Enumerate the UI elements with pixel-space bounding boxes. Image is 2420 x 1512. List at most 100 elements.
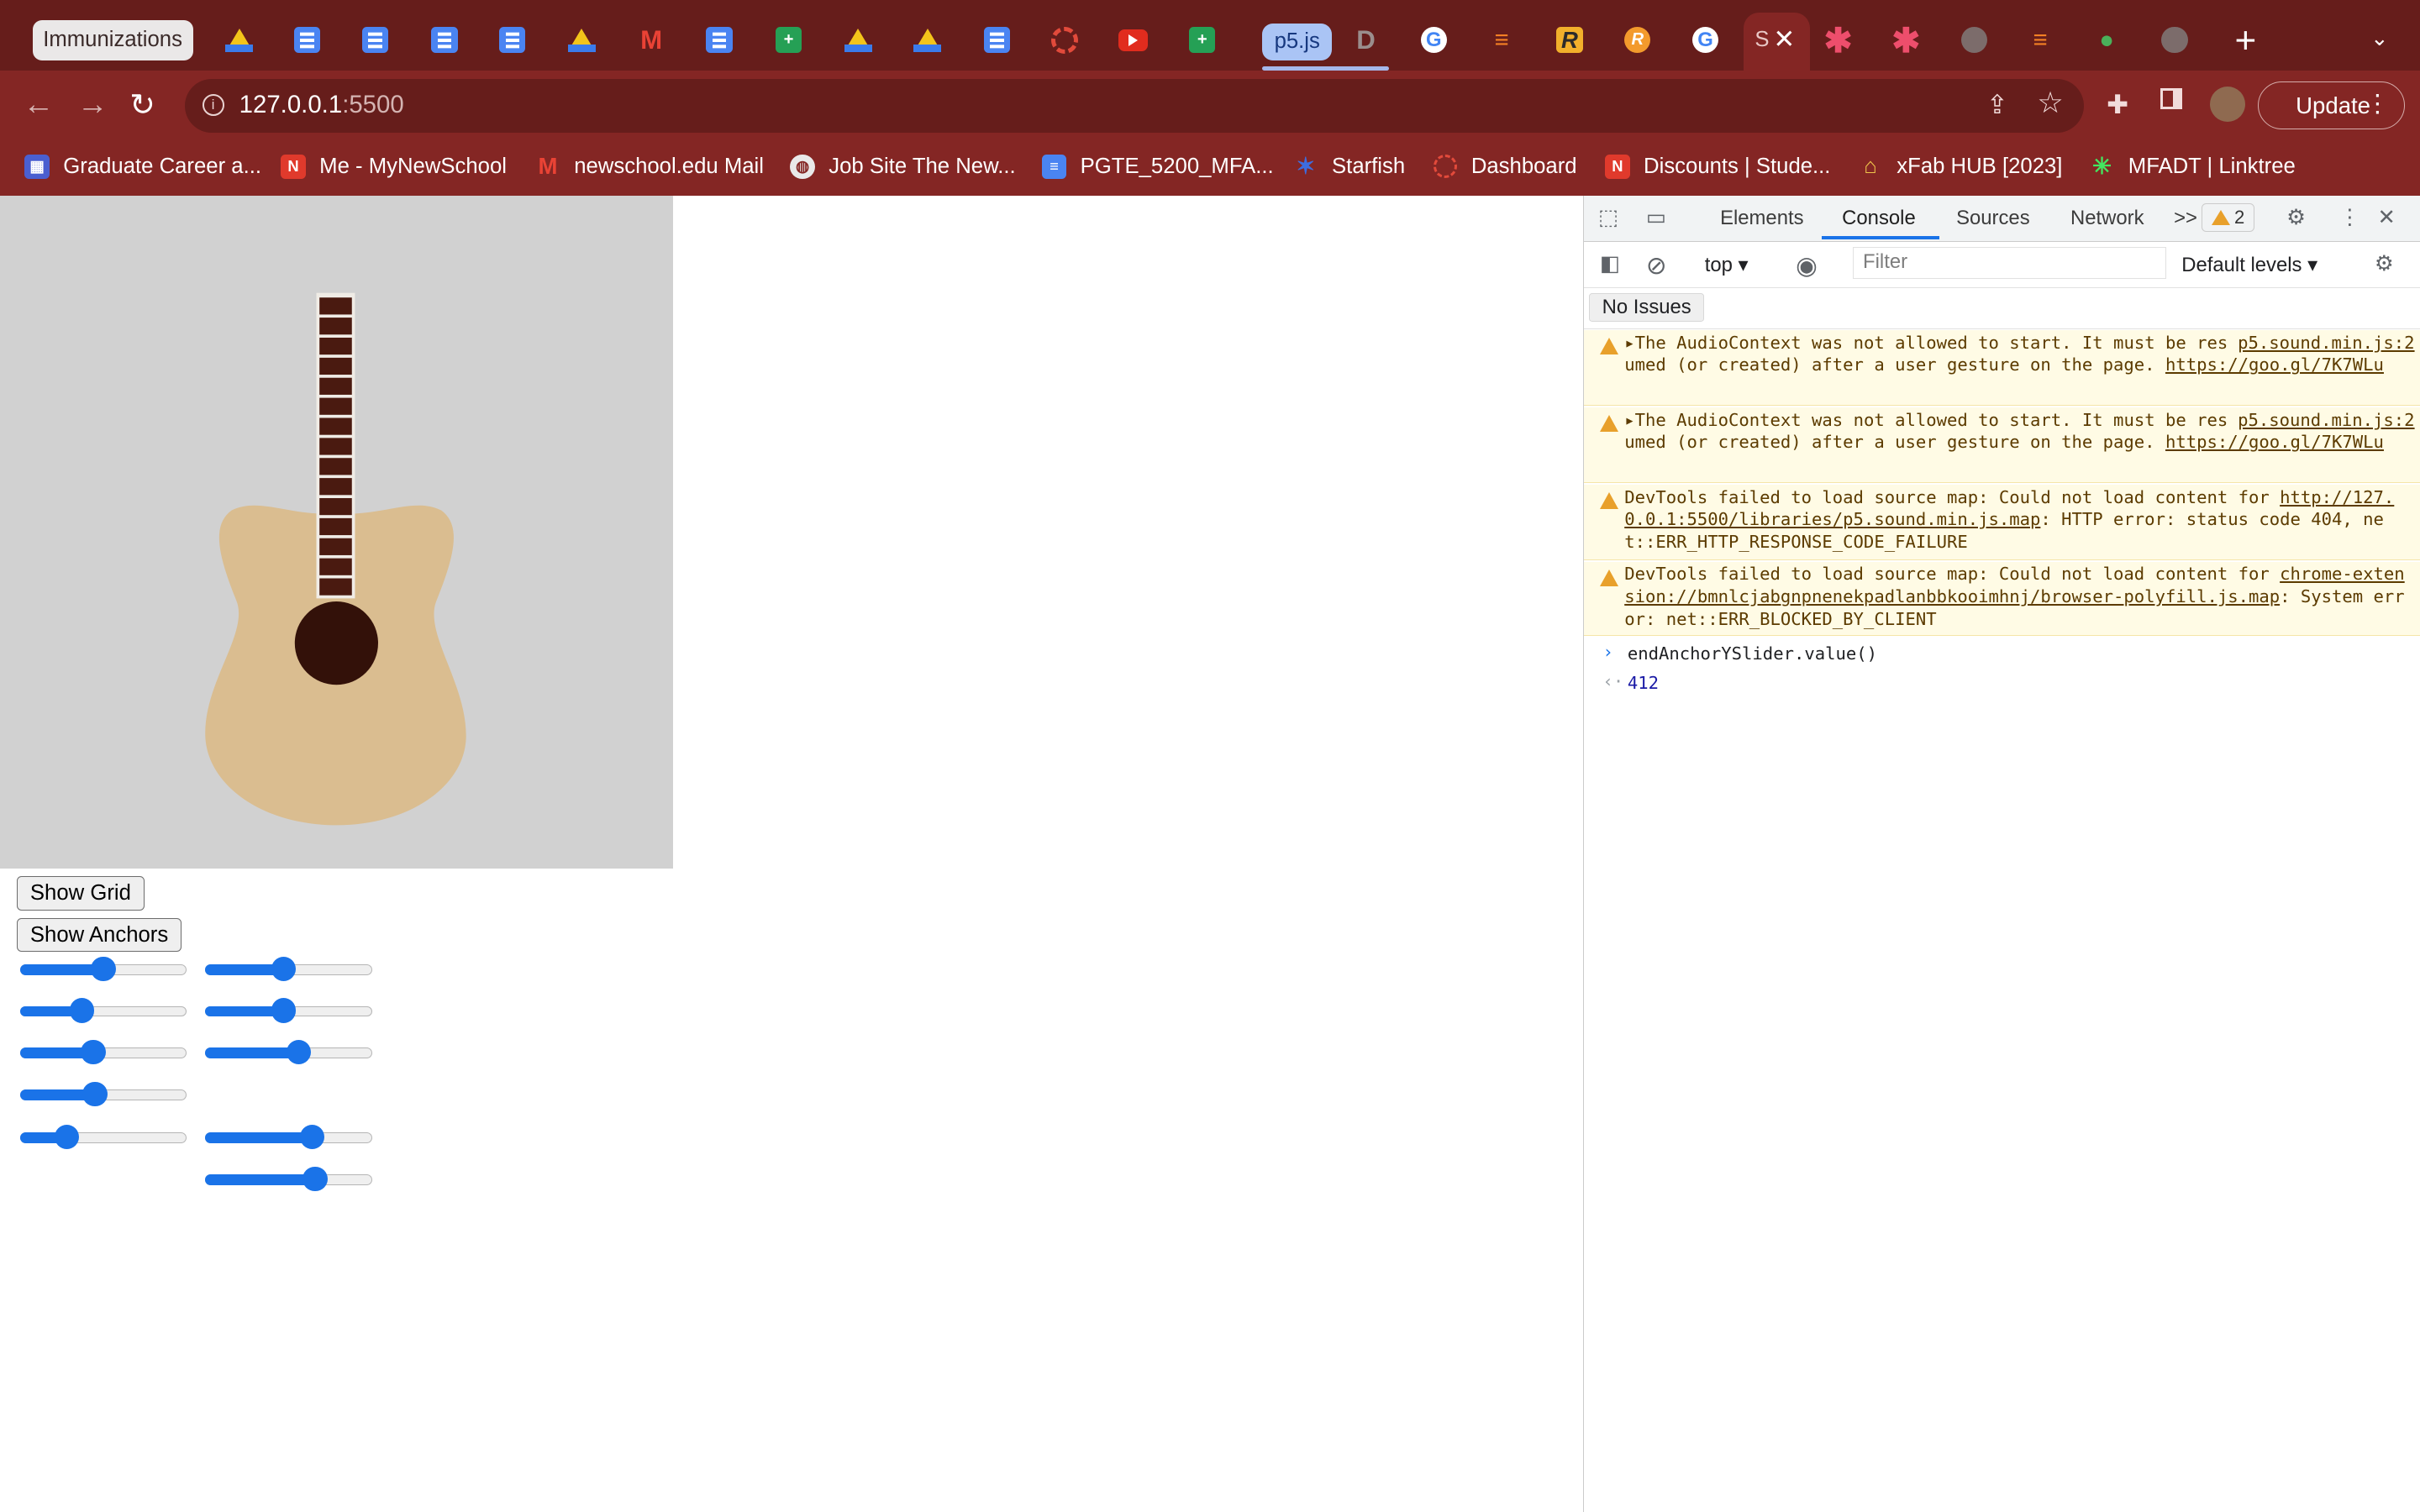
range-slider-right-1[interactable] [205, 956, 372, 982]
back-button[interactable]: ← [24, 87, 55, 122]
slider-thumb[interactable] [54, 1124, 80, 1150]
tab-drive-1[interactable] [222, 17, 255, 63]
bookmark-pgte[interactable]: ≡ PGTE_5200_MFA... [1041, 154, 1274, 180]
tab-elements[interactable]: Elements [1720, 207, 1803, 230]
close-tab-icon[interactable]: ✕ [1773, 24, 1795, 55]
tab-doc-3[interactable] [428, 17, 461, 63]
side-panel-icon[interactable] [2160, 87, 2183, 110]
profile-avatar[interactable] [2210, 86, 2246, 123]
tab-maps[interactable]: ● [2090, 17, 2123, 63]
slider-thumb[interactable] [91, 956, 116, 982]
bookmark-discounts[interactable]: N Discounts | Stude... [1605, 154, 1830, 180]
tab-doc-6[interactable] [980, 17, 1013, 63]
tab-stackoverflow-1[interactable]: ≡ [1485, 17, 1518, 63]
show-grid-button[interactable]: Show Grid [17, 876, 145, 911]
bookmark-xfab[interactable]: ⌂ xFab HUB [2023] [1858, 155, 2062, 179]
slider-thumb[interactable] [302, 1166, 328, 1191]
tab-network[interactable]: Network [2070, 207, 2144, 230]
inspect-element-icon[interactable]: ⬚ [1598, 205, 1618, 230]
slider-thumb[interactable] [271, 998, 297, 1023]
warnings-badge[interactable]: 2 [2202, 203, 2254, 232]
tab-drive-3[interactable] [841, 17, 875, 63]
range-slider-right-3[interactable] [205, 1039, 372, 1065]
tab-youtube[interactable] [1116, 17, 1150, 63]
range-slider-left-4[interactable] [19, 1081, 187, 1106]
slider-thumb[interactable] [286, 1039, 312, 1065]
more-tabs-button[interactable]: >> [2174, 207, 2197, 230]
tab-doc-5[interactable] [702, 17, 736, 63]
new-tab-button[interactable]: + [2235, 20, 2257, 62]
site-info-icon[interactable]: i [202, 94, 224, 117]
bookmark-dashboard[interactable]: Dashboard [1434, 155, 1577, 179]
range-slider-right-4[interactable] [205, 1124, 372, 1150]
tab-asterisk-2[interactable]: ✱ [1889, 17, 1923, 63]
bookmark-linktree[interactable]: ✳ MFADT | Linktree [2090, 153, 2296, 179]
range-slider-left-2[interactable] [19, 998, 187, 1023]
forward-button[interactable]: → [77, 87, 108, 122]
bookmark-mynewschool[interactable]: N Me - MyNewSchool [281, 154, 507, 180]
device-toolbar-icon[interactable]: ▭ [1646, 205, 1666, 230]
bookmark-starfish[interactable]: ✶ Starfish [1293, 153, 1405, 179]
tab-globe-2[interactable] [2158, 17, 2191, 63]
slider-thumb[interactable] [81, 1039, 106, 1065]
log-levels-dropdown[interactable]: Default levels ▾ [2181, 253, 2317, 277]
range-slider-right-5[interactable] [205, 1166, 372, 1191]
bookmark-star-icon[interactable]: ☆ [2037, 87, 2063, 120]
tab-google-2[interactable]: G [1688, 17, 1722, 63]
tab-asterisk-1[interactable]: ✱ [1821, 17, 1854, 63]
extensions-icon[interactable]: ✚ [2107, 90, 2128, 120]
settings-gear-icon[interactable]: ⚙ [2286, 205, 2306, 230]
tab-doc-1[interactable] [290, 17, 324, 63]
tab-gmail[interactable]: M [634, 17, 668, 63]
slider-thumb[interactable] [271, 956, 297, 982]
console-input-line[interactable]: › endAnchorYSlider.value() [1584, 638, 2419, 666]
tab-globe-1[interactable] [1957, 17, 1991, 63]
tab-doc-4[interactable] [496, 17, 529, 63]
console-settings-icon[interactable]: ⚙ [2375, 251, 2394, 276]
menu-dots-icon[interactable]: ⋮ [2365, 89, 2390, 118]
range-slider-left-3[interactable] [19, 1039, 187, 1065]
p5-canvas[interactable] [0, 196, 673, 869]
tab-sheet-2[interactable]: + [1186, 17, 1219, 63]
tab-p5js[interactable]: p5.js [1262, 23, 1333, 60]
devtools-menu-icon[interactable]: ⋮ [2339, 205, 2361, 230]
tab-google-1[interactable]: G [1417, 17, 1450, 63]
tab-drive-2[interactable] [565, 17, 598, 63]
context-selector[interactable]: top ▾ [1705, 253, 1749, 277]
source-link[interactable]: p5.sound.min.js:2 [2238, 409, 2414, 432]
tab-console[interactable]: Console [1842, 207, 1916, 230]
source-link[interactable]: p5.sound.min.js:2 [2238, 332, 2414, 354]
tab-sheet-1[interactable]: + [771, 17, 805, 63]
update-button[interactable]: Update ⋮ [2258, 81, 2405, 130]
tab-drive-4[interactable] [911, 17, 944, 63]
range-slider-left-1[interactable] [19, 956, 187, 982]
live-expression-eye-icon[interactable]: ◉ [1796, 251, 1818, 281]
tab-search-chevron-icon[interactable]: ⌄ [2370, 26, 2389, 51]
show-anchors-button[interactable]: Show Anchors [17, 917, 182, 953]
bookmark-newschool-mail[interactable]: Mnewschool.edu Mail [535, 153, 764, 179]
tab-round-r[interactable]: R [1621, 17, 1655, 63]
range-slider-left-5[interactable] [19, 1124, 187, 1150]
tab-immunizations[interactable]: Immunizations [32, 19, 193, 60]
slider-thumb[interactable] [69, 998, 94, 1023]
tab-stackoverflow-2[interactable]: ≡ [2023, 17, 2057, 63]
tab-r[interactable]: R [1553, 17, 1586, 63]
message-link[interactable]: https://goo.gl/7K7WLu [2165, 432, 2384, 452]
no-issues-button[interactable]: No Issues [1588, 292, 1705, 322]
tab-d[interactable]: D [1349, 17, 1382, 63]
slider-thumb[interactable] [299, 1124, 324, 1150]
address-bar[interactable]: i 127.0.0.1:5500 ⇪ ☆ [185, 78, 2084, 133]
console-filter-input[interactable]: Filter [1853, 246, 2166, 280]
tab-sources[interactable]: Sources [1956, 207, 2030, 230]
tab-doc-2[interactable] [358, 17, 392, 63]
message-link[interactable]: https://goo.gl/7K7WLu [2165, 354, 2384, 375]
slider-thumb[interactable] [82, 1081, 108, 1106]
bookmark-job-site[interactable]: ◍ Job Site The New... [790, 154, 1016, 180]
clear-console-icon[interactable]: ⊘ [1646, 251, 1667, 281]
tab-active[interactable]: S ✕ [1744, 12, 1811, 71]
bookmark-graduate-career[interactable]: ▦ Graduate Career a... [24, 154, 261, 180]
tab-ring[interactable] [1048, 17, 1081, 63]
close-devtools-icon[interactable]: ✕ [2378, 205, 2396, 230]
reload-button[interactable]: ↻ [129, 87, 155, 123]
sidebar-toggle-icon[interactable]: ◧ [1600, 251, 1620, 276]
